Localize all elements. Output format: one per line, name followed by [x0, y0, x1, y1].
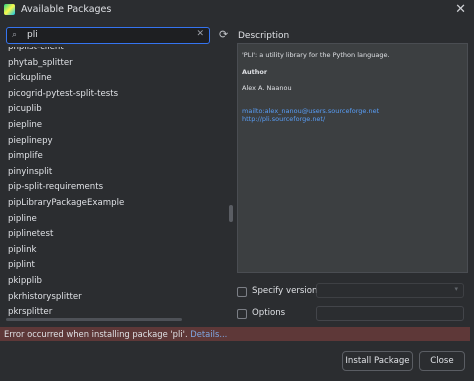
package-list-item[interactable]: pieplinepy — [3, 134, 235, 150]
close-button[interactable]: Close — [419, 351, 465, 371]
pycharm-logo-icon — [4, 4, 15, 15]
install-package-button[interactable]: Install Package — [342, 351, 413, 371]
chevron-down-icon: ▾ — [454, 285, 458, 293]
search-field[interactable]: ⌕ ✕ — [6, 27, 210, 44]
package-list-item[interactable]: picuplib — [3, 102, 235, 118]
package-list-item[interactable]: pkrhistorysplitter — [3, 290, 235, 306]
description-label: Description — [238, 31, 290, 41]
package-list-item[interactable]: pkipplib — [3, 274, 235, 290]
author-email-link[interactable]: mailto:alex_nanou@users.sourceforge.net — [242, 107, 379, 115]
package-list-item[interactable]: pickupline — [3, 71, 235, 87]
search-icon: ⌕ — [12, 30, 18, 40]
version-dropdown[interactable]: ▾ — [316, 283, 464, 298]
specify-version-label[interactable]: Specify version — [252, 286, 317, 296]
horizontal-scrollbar[interactable] — [6, 318, 182, 321]
package-list[interactable]: phplist-client phytab_splitter pickupline p… — [3, 47, 235, 322]
package-list-item[interactable]: pimplife — [3, 149, 235, 165]
error-banner: Error occurred when installing package '… — [0, 327, 470, 341]
homepage-link[interactable]: http://pli.sourceforge.net/ — [242, 115, 325, 123]
package-summary: 'PLI': a utility library for the Python … — [242, 51, 390, 59]
package-list-item[interactable]: phplist-client — [3, 47, 235, 56]
error-message-text: Error occurred when installing package '… — [4, 328, 188, 339]
author-name: Alex A. Naanou — [242, 84, 292, 92]
package-list-item[interactable]: pinyinsplit — [3, 165, 235, 181]
package-list-item[interactable]: piplink — [3, 243, 235, 259]
error-details-link[interactable]: Details... — [190, 329, 227, 339]
package-list-item[interactable]: pipline — [3, 212, 235, 228]
window-title: Available Packages — [21, 4, 112, 15]
package-list-item[interactable]: piepline — [3, 118, 235, 134]
package-list-item[interactable]: picogrid-pytest-split-tests — [3, 87, 235, 103]
clear-icon[interactable]: ✕ — [196, 29, 204, 39]
error-message: Error occurred when installing package '… — [4, 329, 227, 339]
options-label[interactable]: Options — [252, 308, 285, 318]
search-input[interactable] — [27, 29, 187, 41]
package-list-item[interactable]: piplint — [3, 258, 235, 274]
package-list-item[interactable]: pip-split-requirements — [3, 180, 235, 196]
description-panel: 'PLI': a utility library for the Python … — [237, 43, 468, 273]
package-list-item[interactable]: phytab_splitter — [3, 56, 235, 72]
close-icon[interactable]: ✕ — [455, 2, 466, 17]
package-list-item[interactable]: pipLibraryPackageExample — [3, 196, 235, 212]
title-bar: Available Packages ✕ — [0, 0, 474, 20]
list-scrollbar[interactable] — [229, 205, 233, 222]
package-list-item[interactable]: piplinetest — [3, 227, 235, 243]
options-checkbox[interactable] — [237, 309, 247, 319]
author-label: Author — [242, 68, 268, 76]
specify-version-checkbox[interactable] — [237, 287, 247, 297]
refresh-icon[interactable]: ⟳ — [219, 28, 228, 41]
options-field[interactable] — [316, 306, 464, 321]
